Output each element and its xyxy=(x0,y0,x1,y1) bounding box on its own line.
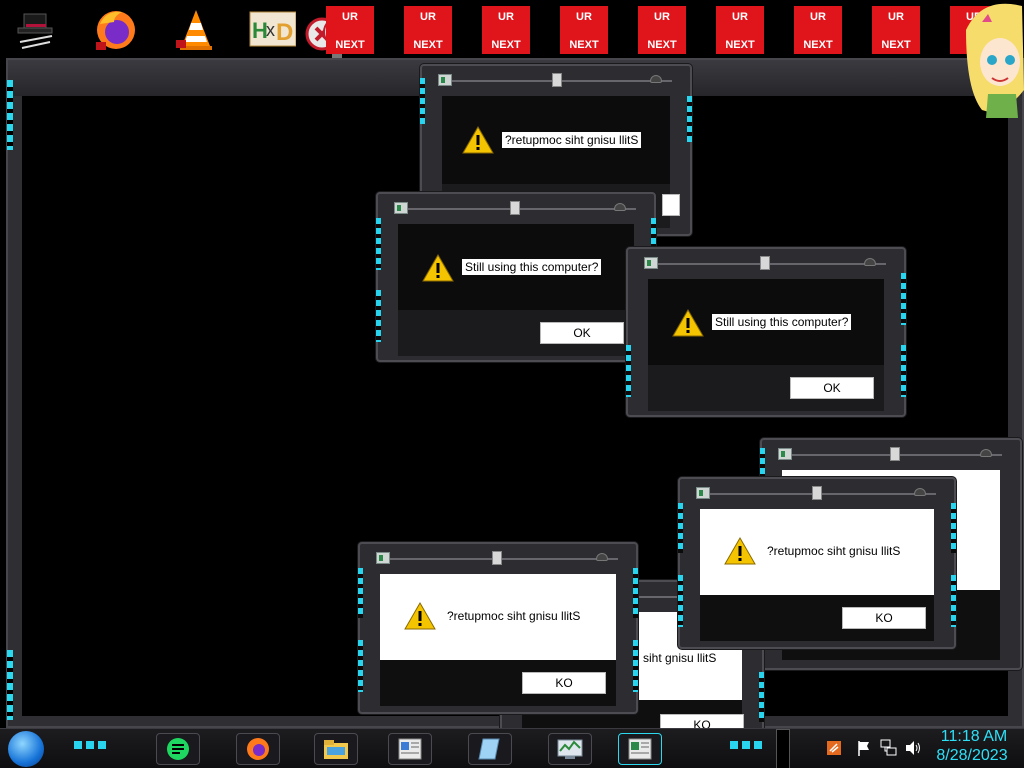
app-window-icon xyxy=(778,448,792,460)
ur-next-tile[interactable]: UR NEXT xyxy=(872,6,920,54)
file-explorer-icon xyxy=(323,737,349,761)
warning-dialog: Still using this computer? OK xyxy=(376,192,656,362)
firefox-icon xyxy=(245,737,271,761)
warning-icon xyxy=(462,125,494,154)
ur-next-tile[interactable]: UR NEXT xyxy=(794,6,842,54)
dialog-title-bar[interactable] xyxy=(688,485,946,503)
dialog-message: Still using this computer? xyxy=(462,259,602,275)
vlc-cone-icon[interactable] xyxy=(172,6,220,52)
title-bar-knob xyxy=(760,256,770,270)
svg-text:x: x xyxy=(266,20,275,40)
task-manager-icon xyxy=(557,737,583,761)
taskbar-app-explorer[interactable] xyxy=(314,733,358,765)
app-window-icon xyxy=(394,202,408,214)
dialog-message: siht gnisu llitS xyxy=(643,651,717,665)
network-icon[interactable] xyxy=(880,739,898,757)
ur-next-tile[interactable]: UR NEXT xyxy=(482,6,530,54)
top-hat-icon[interactable] xyxy=(12,6,60,52)
warning-dialog: Still using this computer? OK xyxy=(626,247,906,417)
warning-icon xyxy=(672,308,704,337)
notepad-icon xyxy=(477,737,503,761)
clock-date[interactable]: 8/28/2023 xyxy=(930,747,1014,765)
app-window-icon xyxy=(438,74,452,86)
ur-next-tile[interactable]: UR NEXT xyxy=(560,6,608,54)
warning-dialog: ?retupmoc siht gnisu llitS KO xyxy=(678,477,956,649)
dialog-title-bar[interactable] xyxy=(636,255,896,273)
frame-accent-strip xyxy=(7,80,13,150)
taskbar-app-document[interactable] xyxy=(388,733,432,765)
warning-icon xyxy=(422,253,454,282)
ur-next-tile[interactable]: UR NEXT xyxy=(326,6,374,54)
dialog-message: ?retupmoc siht gnisu llitS xyxy=(767,544,901,558)
dialog-title-bar[interactable] xyxy=(430,72,682,90)
close-icon[interactable] xyxy=(914,488,926,496)
dialog-title-bar[interactable] xyxy=(368,550,628,568)
warning-icon xyxy=(404,601,436,630)
ur-next-tile[interactable]: UR NEXT xyxy=(404,6,452,54)
title-bar-knob xyxy=(890,447,900,461)
app-window-icon xyxy=(696,487,710,499)
ok-button[interactable]: OK xyxy=(540,322,624,344)
app-window-icon xyxy=(376,552,390,564)
clock-time[interactable]: 11:18 AM xyxy=(934,728,1014,746)
dialog-title-bar[interactable] xyxy=(770,446,1012,464)
anime-avatar-icon xyxy=(962,0,1024,118)
taskbar-app-notepad[interactable] xyxy=(468,733,512,765)
close-icon[interactable] xyxy=(596,553,608,561)
close-icon[interactable] xyxy=(650,75,662,83)
speaker-icon[interactable] xyxy=(904,739,922,757)
ko-button[interactable]: KO xyxy=(522,672,606,694)
firefox-icon[interactable] xyxy=(92,6,140,52)
hxd-hex-editor-icon[interactable]: H x D xyxy=(248,6,297,52)
dialog-message: ?retupmoc siht gnisu llitS xyxy=(447,609,581,623)
close-icon[interactable] xyxy=(980,449,992,457)
app-window-icon xyxy=(644,257,658,269)
desktop-icon-strip: H x D UR NEXT UR NEXT UR NEXT UR NEXT UR… xyxy=(0,0,1024,60)
notes-app-icon xyxy=(165,737,191,761)
close-icon[interactable] xyxy=(864,258,876,266)
control-panel-icon xyxy=(627,737,653,761)
close-icon[interactable] xyxy=(614,203,626,211)
taskbar xyxy=(0,728,1024,768)
taskbar-app-notes[interactable] xyxy=(156,733,200,765)
warning-icon xyxy=(724,536,756,565)
taskbar-app-control-panel[interactable] xyxy=(618,733,662,765)
title-bar-knob xyxy=(812,486,822,500)
title-bar-knob xyxy=(510,201,520,215)
dialog-title-bar[interactable] xyxy=(386,200,646,218)
network-warning-icon[interactable] xyxy=(826,739,842,757)
dialog-button[interactable] xyxy=(662,194,680,216)
flag-icon[interactable] xyxy=(856,739,872,757)
frame-accent-strip xyxy=(7,650,13,720)
title-bar-knob xyxy=(552,73,562,87)
warning-dialog: ?retupmoc siht gnisu llitS KO xyxy=(358,542,638,714)
start-orb-icon[interactable] xyxy=(8,731,44,767)
taskbar-app-firefox[interactable] xyxy=(236,733,280,765)
ur-next-tile[interactable]: UR NEXT xyxy=(638,6,686,54)
ok-button[interactable]: OK xyxy=(790,377,874,399)
taskbar-app-task-manager[interactable] xyxy=(548,733,592,765)
title-bar-knob xyxy=(492,551,502,565)
svg-text:D: D xyxy=(276,19,293,46)
ur-next-tile[interactable]: UR NEXT xyxy=(716,6,764,54)
dialog-message: ?retupmoc siht gnisu llitS xyxy=(502,132,642,148)
ko-button[interactable]: KO xyxy=(842,607,926,629)
show-desktop-button[interactable] xyxy=(776,729,790,768)
dialog-message: Still using this computer? xyxy=(712,314,852,330)
document-viewer-icon xyxy=(397,737,423,761)
